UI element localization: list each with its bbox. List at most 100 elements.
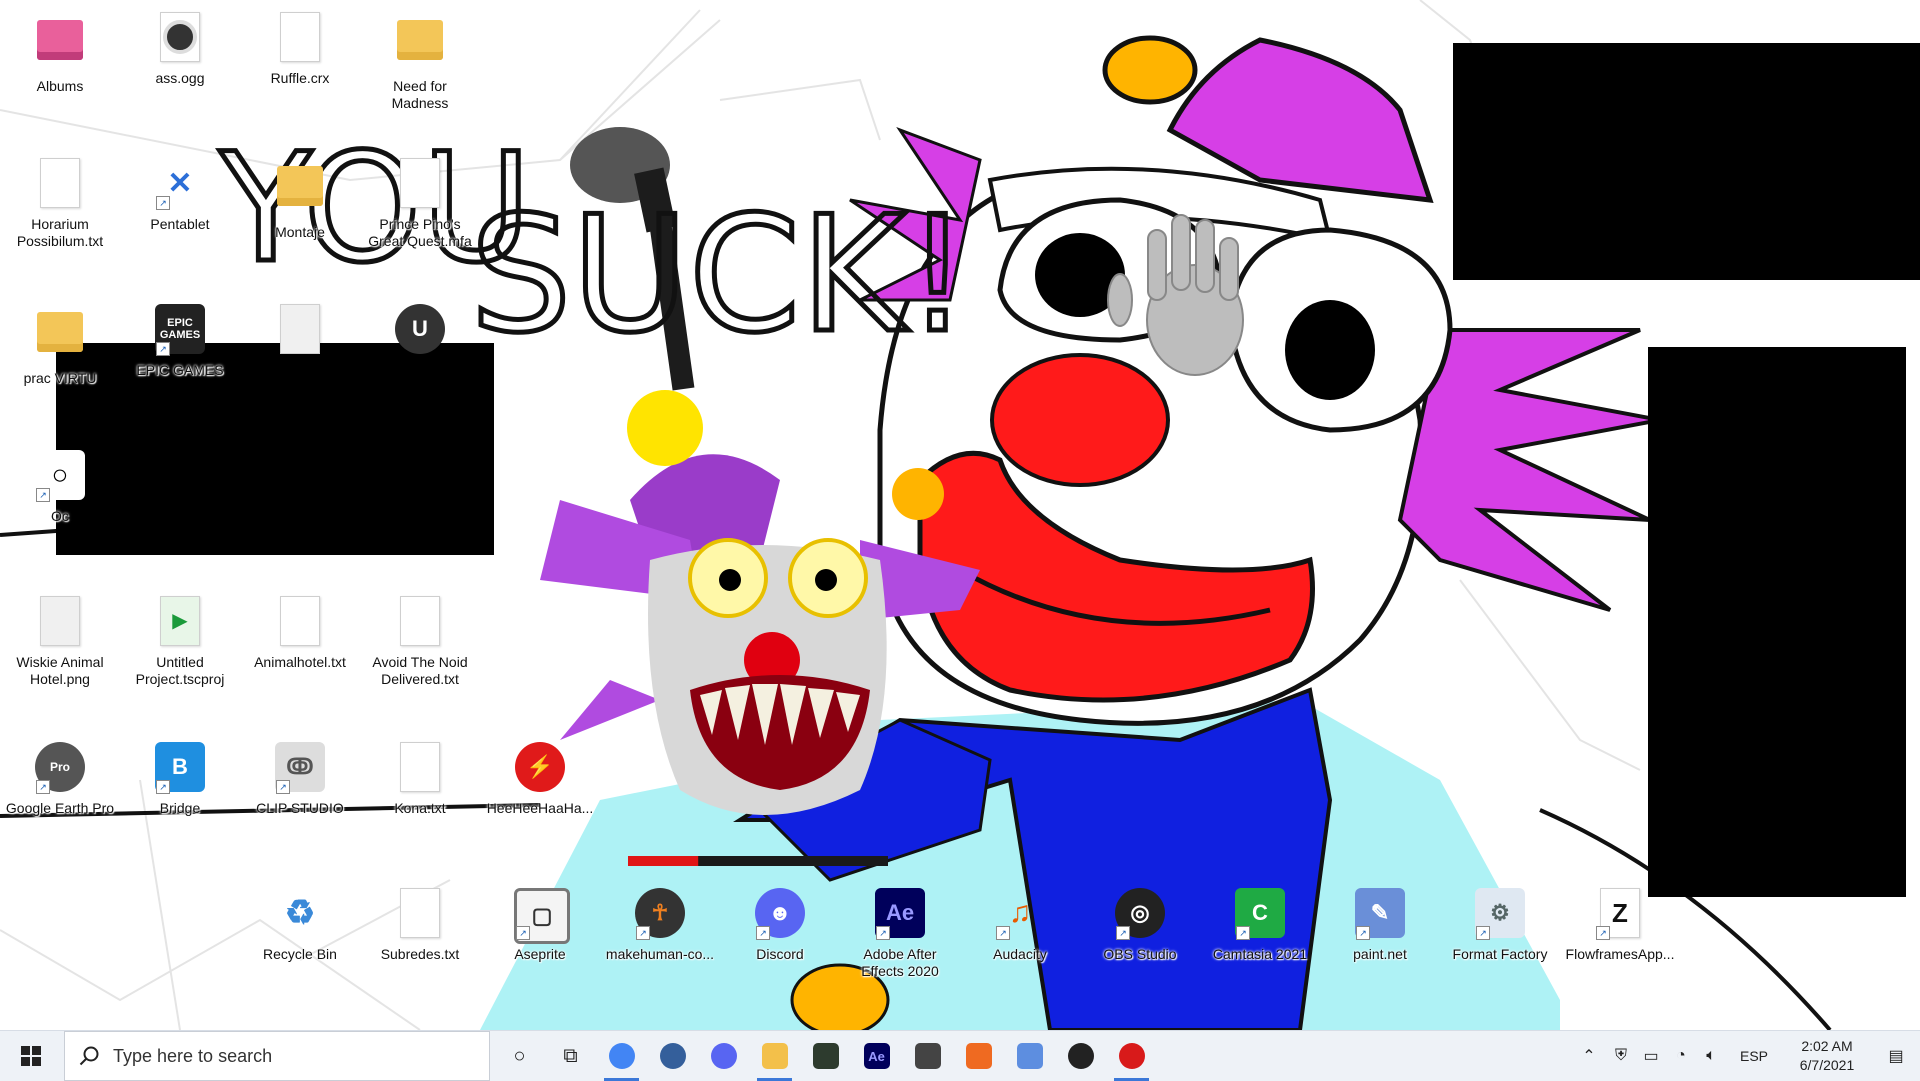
desktop-icon-file[interactable]: Horarium Possibilum.txt <box>5 158 115 250</box>
desktop-icon-label: paint.net <box>1353 946 1407 962</box>
epic-icon: EPIC GAMES ↗ <box>154 304 206 356</box>
desktop-icon-image[interactable] <box>245 304 355 362</box>
language-indicator[interactable]: ESP <box>1726 1031 1782 1081</box>
desktop-icon-file[interactable]: Avoid The Noid Delivered.txt <box>365 596 475 688</box>
desktop-icon-file[interactable]: Prince Pino's Great Quest.mfa <box>365 158 475 250</box>
desktop-icon-epic[interactable]: EPIC GAMES ↗ EPIC GAMES <box>125 304 235 379</box>
desktop-icon-chrome-folder[interactable]: prac VIRTU <box>5 304 115 387</box>
paintnet-icon: ✎ ↗ <box>1354 888 1406 940</box>
desktop-icon-flash[interactable]: ⚡ HeeHeeHaaHa... <box>485 742 595 817</box>
start-button[interactable] <box>0 1031 62 1081</box>
desktop-icon-label: Audacity <box>993 946 1047 962</box>
desktop-icon-discord[interactable]: ☻ ↗ Discord <box>725 888 835 963</box>
desktop-icon-camtasia-proj[interactable]: ▶ Untitled Project.tscproj <box>125 596 235 688</box>
scribble-suck: SUCK! <box>470 181 969 368</box>
notification-icon[interactable]: ▤ <box>1872 1031 1920 1081</box>
desktop-icon-label: Recycle Bin <box>263 946 337 962</box>
earth-icon: Pro ↗ <box>34 742 86 794</box>
desktop-icon-audio[interactable]: ass.ogg <box>125 12 235 87</box>
taskbar-pinned-apps: ○ ⧉ Ae <box>494 1031 1157 1081</box>
desktop-icon-label: Bridge <box>159 800 201 816</box>
taskbar-clown-app-button[interactable] <box>953 1031 1004 1081</box>
windows-logo-icon <box>21 1046 41 1066</box>
bridge-icon: B ↗ <box>154 742 206 794</box>
aseprite-dark-icon <box>812 1043 839 1069</box>
cortana-icon: ○ <box>513 1044 526 1067</box>
file-icon <box>274 596 326 648</box>
search-input[interactable]: Type here to search <box>64 1031 490 1081</box>
desktop-icon-shortcut[interactable]: ○ ↗ Oc <box>5 450 115 525</box>
desktop-icon-label: Google Earth Pro <box>5 800 115 816</box>
file-explorer-icon <box>761 1043 788 1069</box>
task-view-icon: ⧉ <box>563 1044 578 1067</box>
desktop-icon-formatfactory[interactable]: ⚙ ↗ Format Factory <box>1445 888 1555 963</box>
redaction-block-left <box>56 343 494 555</box>
taskbar: Type here to search ○ ⧉ Ae ⌃ ⛨ ▭ ◔ 🔈︎ ESP … <box>0 1030 1920 1081</box>
desktop-icon-image[interactable]: Wiskie Animal Hotel.png <box>5 596 115 688</box>
tray-wifi-icon[interactable]: ◔ <box>1666 1031 1696 1081</box>
tray-volume-icon[interactable]: 🔈︎ <box>1696 1031 1726 1081</box>
desktop-icon-aseprite[interactable]: ▢ ↗ Aseprite <box>485 888 595 963</box>
desktop-icon-label: Kona.txt <box>394 800 446 816</box>
desktop-icon-recycle[interactable]: ♻ Recycle Bin <box>245 888 355 963</box>
desktop-icon-label: Discord <box>756 946 804 962</box>
desktop-icon-obs[interactable]: ◎ ↗ OBS Studio <box>1085 888 1195 963</box>
desktop-icon-makehuman[interactable]: ☥ ↗ makehuman-co... <box>605 888 715 963</box>
taskbar-task-view-button[interactable]: ⧉ <box>545 1031 596 1081</box>
desktop-icon-ae[interactable]: Ae ↗ Adobe After Effects 2020 <box>845 888 955 980</box>
taskbar-aseprite-dark-button[interactable] <box>800 1031 851 1081</box>
taskbar-cortana-button[interactable]: ○ <box>494 1031 545 1081</box>
discord-icon: ☻ ↗ <box>754 888 806 940</box>
desktop-icon-folder[interactable]: Montaje <box>245 158 355 241</box>
desktop-icon-camtasia[interactable]: C ↗ Camtasia 2021 <box>1205 888 1315 963</box>
desktop-icon-label: OBS Studio <box>1103 946 1177 962</box>
clock-date: 6/7/2021 <box>1799 1057 1855 1073</box>
camtasia-proj-icon: ▶ <box>154 596 206 648</box>
tray-security-icon[interactable]: ⛨ <box>1606 1031 1636 1081</box>
desktop-icon-earth[interactable]: Pro ↗ Google Earth Pro <box>5 742 115 817</box>
chrome-folder-icon <box>34 312 86 364</box>
desktop-icon-bridge[interactable]: B ↗ Bridge <box>125 742 235 817</box>
flash-player-icon <box>1118 1043 1145 1069</box>
taskbar-blender-button[interactable] <box>647 1031 698 1081</box>
taskbar-after-effects-button[interactable]: Ae <box>851 1031 902 1081</box>
blender-icon <box>659 1043 686 1069</box>
taskbar-flash-player-button[interactable] <box>1106 1031 1157 1081</box>
clock[interactable]: 2:02 AM 6/7/2021 <box>1782 1037 1872 1075</box>
desktop-icon-label: ass.ogg <box>155 70 205 86</box>
desktop-icon-file[interactable]: Animalhotel.txt <box>245 596 355 671</box>
recycle-icon: ♻ <box>284 894 316 932</box>
taskbar-file-explorer-button[interactable] <box>749 1031 800 1081</box>
health-bar-fill <box>628 856 699 866</box>
taskbar-chrome-button[interactable] <box>596 1031 647 1081</box>
paint-app-icon <box>1016 1043 1043 1069</box>
desktop-icon-file[interactable]: Subredes.txt <box>365 888 475 963</box>
desktop-icon-paintnet[interactable]: ✎ ↗ paint.net <box>1325 888 1435 963</box>
desktop-icon-label: Camtasia 2021 <box>1212 946 1308 962</box>
desktop-icon-label: prac VIRTU <box>23 370 97 386</box>
desktop-icon-folder[interactable]: Need for Madness <box>365 12 475 112</box>
taskbar-paint-app-button[interactable] <box>1004 1031 1055 1081</box>
file-icon <box>394 742 446 794</box>
desktop-icon-file[interactable]: Kona.txt <box>365 742 475 817</box>
redaction-block-right <box>1648 347 1906 897</box>
aseprite-icon: ▢ ↗ <box>514 888 570 944</box>
taskbar-ninja-app-button[interactable] <box>902 1031 953 1081</box>
desktop-icon-unreal[interactable]: U <box>365 304 475 362</box>
desktop-icon-clip[interactable]: ↂ ↗ CLIP STUDIO <box>245 742 355 817</box>
file-icon <box>274 12 326 64</box>
desktop-icon-label: Wiskie Animal Hotel.png <box>16 654 104 687</box>
discord-icon <box>710 1043 737 1069</box>
taskbar-obs-button[interactable] <box>1055 1031 1106 1081</box>
desktop-icon-file[interactable]: Ruffle.crx <box>245 12 355 87</box>
file-icon <box>394 596 446 648</box>
desktop-icon-label: EPIC GAMES <box>136 362 224 378</box>
desktop-icon-pentablet[interactable]: ✕ ↗ Pentablet <box>125 158 235 233</box>
folder-icon <box>394 20 446 72</box>
taskbar-discord-button[interactable] <box>698 1031 749 1081</box>
tray-chevron-icon[interactable]: ⌃ <box>1572 1031 1606 1081</box>
desktop-icon-flowframes[interactable]: Z ↗ FlowframesApp... <box>1565 888 1675 963</box>
desktop-icon-folder-pink[interactable]: Albums <box>5 12 115 95</box>
tray-battery-icon[interactable]: ▭ <box>1636 1031 1666 1081</box>
desktop-icon-audacity[interactable]: ♫ ↗ Audacity <box>965 888 1075 963</box>
